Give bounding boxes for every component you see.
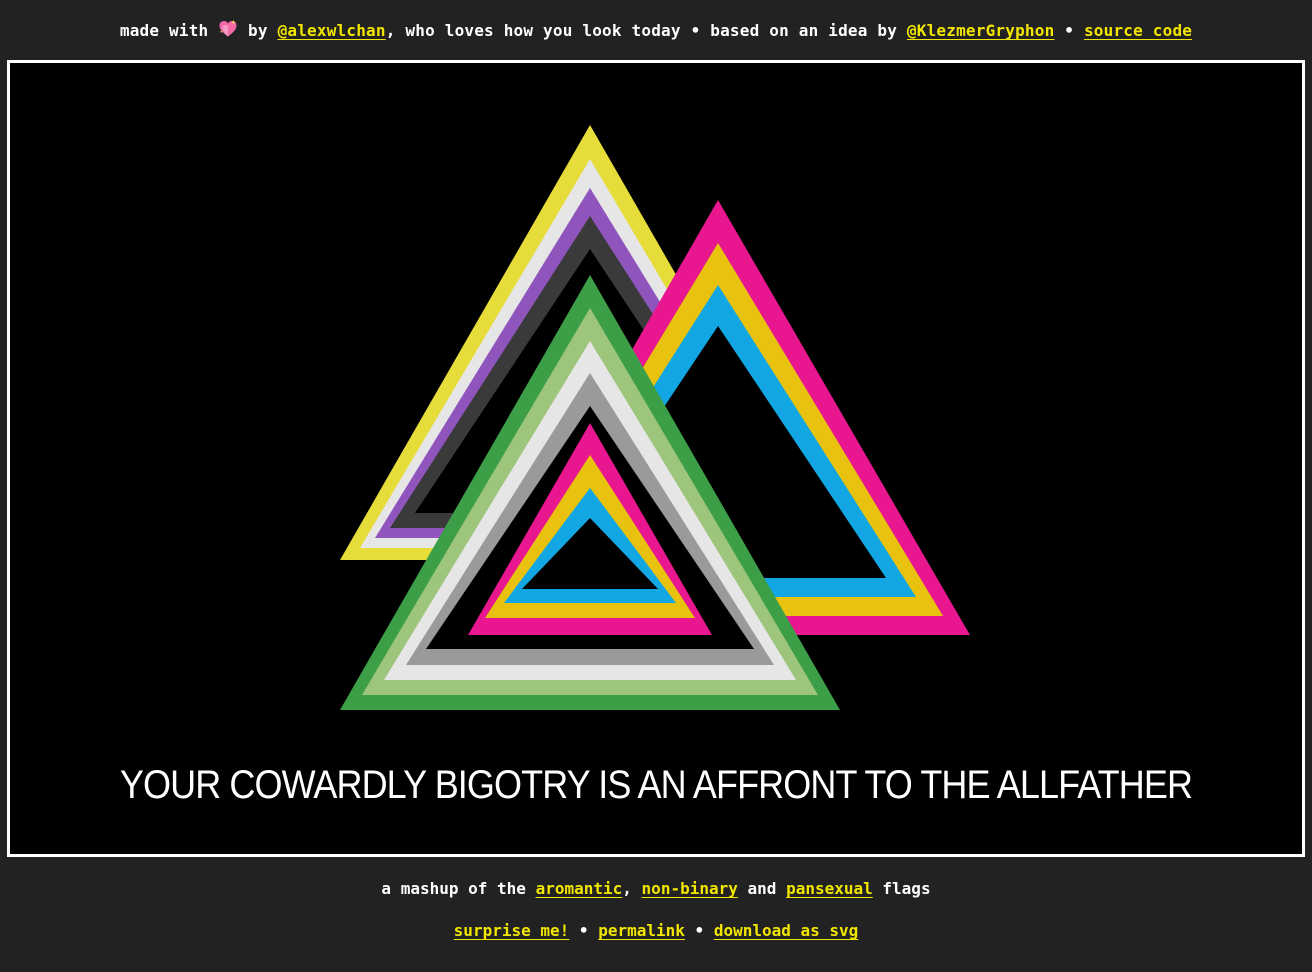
flag-canvas: YOUR COWARDLY BIGOTRY IS AN AFFRONT TO T… <box>7 60 1305 857</box>
sparkling-heart-icon <box>218 19 238 43</box>
made-with-text: made with <box>119 21 209 40</box>
author-link[interactable]: @alexwlchan <box>278 21 386 40</box>
surprise-me-link[interactable]: surprise me! <box>454 921 570 940</box>
separator: • <box>694 921 705 940</box>
and-text: and <box>747 879 777 898</box>
by-text: by <box>248 21 268 40</box>
source-code-link[interactable]: source code <box>1084 21 1192 40</box>
mashup-prefix: a mashup of the <box>381 879 526 898</box>
comma-text: , <box>622 879 632 898</box>
separator: • <box>690 21 701 40</box>
valknut-flag-svg <box>10 63 1302 854</box>
mashup-description: a mashup of the aromantic, non-binary an… <box>0 879 1312 898</box>
aromantic-flag-link[interactable]: aromantic <box>536 879 623 898</box>
pansexual-flag-link[interactable]: pansexual <box>786 879 873 898</box>
separator: • <box>578 921 589 940</box>
mashup-suffix: flags <box>882 879 931 898</box>
idea-author-link[interactable]: @KlezmerGryphon <box>907 21 1055 40</box>
who-loves-text: , who loves how you look today <box>385 21 681 40</box>
action-links: surprise me! • permalink • download as s… <box>0 921 1312 940</box>
non-binary-flag-link[interactable]: non-binary <box>642 879 738 898</box>
separator: • <box>1064 21 1075 40</box>
flag-tagline: YOUR COWARDLY BIGOTRY IS AN AFFRONT TO T… <box>119 763 1193 807</box>
credits-line: made with by @alexwlchan, who loves how … <box>0 19 1312 43</box>
download-svg-link[interactable]: download as svg <box>714 921 859 940</box>
permalink-link[interactable]: permalink <box>598 921 685 940</box>
based-on-text: based on an idea by <box>710 21 898 40</box>
